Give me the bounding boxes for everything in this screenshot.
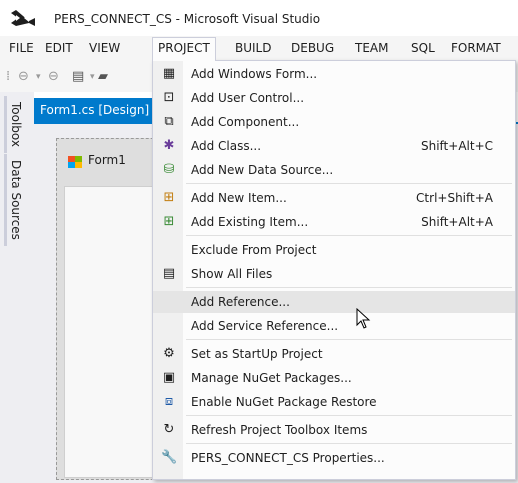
menu-file[interactable]: FILE [4, 38, 39, 59]
project-menu-dropdown: ▦ Add Windows Form... ⊡ Add User Control… [152, 60, 516, 480]
menu-item-label: Add Component... [191, 115, 300, 129]
menu-item-manage-nuget-packages[interactable]: ▣ Manage NuGet Packages... [153, 367, 515, 389]
document-tab[interactable]: Form1.cs [Design] [34, 98, 154, 122]
class-icon: ✱ [163, 138, 175, 153]
menu-item-label: Enable NuGet Package Restore [191, 395, 377, 409]
menu-item-shortcut: Shift+Alt+A [421, 215, 493, 229]
menu-build[interactable]: BUILD [230, 38, 276, 59]
menu-item-add-new-data-source[interactable]: ⛁ Add New Data Source... [153, 159, 515, 181]
menu-edit[interactable]: EDIT [40, 38, 78, 59]
menu-separator [186, 183, 512, 184]
component-icon: ⧉ [164, 114, 174, 129]
menu-item-project-properties[interactable]: 🔧 PERS_CONNECT_CS Properties... [153, 447, 515, 469]
wrench-icon: 🔧 [161, 450, 178, 465]
menu-item-shortcut: Ctrl+Shift+A [416, 191, 493, 205]
toolbox-tab[interactable]: Toolbox [4, 96, 25, 153]
data-sources-tab[interactable]: Data Sources [4, 154, 25, 246]
form-title: Form1 [88, 153, 126, 167]
menu-item-add-windows-form[interactable]: ▦ Add Windows Form... [153, 63, 515, 85]
menu-item-shortcut: Shift+Alt+C [420, 139, 493, 153]
menu-item-exclude-from-project[interactable]: Exclude From Project [153, 239, 515, 261]
menu-item-add-new-item[interactable]: ⊞ Add New Item... Ctrl+Shift+A [153, 187, 515, 209]
menu-item-add-component[interactable]: ⧉ Add Component... [153, 111, 515, 133]
package-restore-icon: ⧈ [164, 394, 174, 409]
menu-separator [186, 443, 512, 444]
window-title: PERS_CONNECT_CS - Microsoft Visual Studi… [54, 12, 321, 26]
mouse-cursor-icon [356, 308, 371, 329]
menu-sql[interactable]: SQL [406, 38, 440, 59]
menu-item-label: Manage NuGet Packages... [191, 371, 352, 385]
open-file-icon[interactable]: ▰ [98, 69, 108, 84]
menu-item-add-existing-item[interactable]: ⊞ Add Existing Item... Shift+Alt+A [153, 211, 515, 233]
menu-project[interactable]: PROJECT [152, 37, 216, 61]
forward-icon[interactable]: ⊖ [48, 69, 59, 84]
menu-item-label: Exclude From Project [191, 243, 317, 257]
menu-item-label: Add Reference... [191, 295, 290, 309]
menu-item-enable-nuget-package-restore[interactable]: ⧈ Enable NuGet Package Restore [153, 391, 515, 413]
menu-item-label: Add Class... [191, 139, 262, 153]
menu-item-label: Add Existing Item... [191, 215, 309, 229]
nuget-icon: ▣ [162, 370, 176, 385]
new-project-dropdown-icon[interactable]: ▾ [90, 72, 95, 82]
menu-item-add-reference[interactable]: Add Reference... [153, 291, 515, 313]
user-control-icon: ⊡ [163, 90, 175, 105]
menu-item-show-all-files[interactable]: ▤ Show All Files [153, 263, 515, 285]
menu-item-label: Set as StartUp Project [191, 347, 323, 361]
menu-item-label: Add Windows Form... [191, 67, 318, 81]
windows-form-icon: ▦ [162, 66, 176, 81]
existing-item-icon: ⊞ [163, 214, 175, 229]
back-dropdown-icon[interactable]: ▾ [36, 72, 41, 82]
menu-team[interactable]: TEAM [350, 38, 393, 59]
menu-item-add-class[interactable]: ✱ Add Class... Shift+Alt+C [153, 135, 515, 157]
menu-separator [186, 339, 512, 340]
menu-item-add-user-control[interactable]: ⊡ Add User Control... [153, 87, 515, 109]
menu-bar: FILE EDIT VIEW PROJECT BUILD DEBUG TEAM … [0, 36, 518, 62]
menu-separator [186, 287, 512, 288]
menu-format[interactable]: FORMAT [446, 38, 506, 59]
menu-item-label: PERS_CONNECT_CS Properties... [191, 451, 385, 465]
menu-item-label: Add Service Reference... [191, 319, 339, 333]
show-all-files-icon: ▤ [162, 266, 176, 281]
form-icon [68, 156, 82, 168]
visual-studio-logo-icon [11, 10, 35, 26]
back-icon[interactable]: ⊖ [18, 69, 29, 84]
new-project-icon[interactable]: ▤ [72, 69, 84, 84]
menu-item-label: Show All Files [191, 267, 273, 281]
menu-item-label: Add New Data Source... [191, 163, 334, 177]
menu-item-label: Refresh Project Toolbox Items [191, 423, 368, 437]
menu-item-refresh-project-toolbox-items[interactable]: ↻ Refresh Project Toolbox Items [153, 419, 515, 441]
menu-debug[interactable]: DEBUG [286, 38, 339, 59]
menu-separator [186, 415, 512, 416]
new-item-icon: ⊞ [163, 190, 175, 205]
menu-item-set-as-startup-project[interactable]: ⚙ Set as StartUp Project [153, 343, 515, 365]
title-bar: PERS_CONNECT_CS - Microsoft Visual Studi… [0, 0, 518, 36]
side-tool-tabs: Toolbox Data Sources [0, 92, 34, 483]
refresh-icon: ↻ [163, 422, 175, 437]
data-source-icon: ⛁ [163, 162, 175, 177]
menu-item-label: Add New Item... [191, 191, 287, 205]
document-tab-label: Form1.cs [Design] [40, 103, 150, 117]
menu-view[interactable]: VIEW [84, 38, 125, 59]
toolbar-grip-icon: ⁞ [6, 69, 11, 84]
menu-item-label: Add User Control... [191, 91, 305, 105]
form-client-area[interactable] [64, 186, 154, 478]
gear-icon: ⚙ [163, 346, 175, 361]
menu-separator [186, 235, 512, 236]
menu-item-add-service-reference[interactable]: Add Service Reference... [153, 315, 515, 337]
